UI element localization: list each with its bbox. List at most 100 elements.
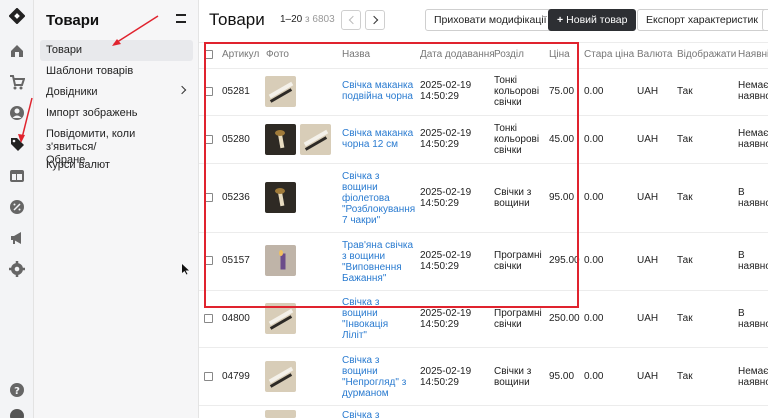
- row-checkbox[interactable]: [204, 87, 213, 96]
- product-photo[interactable]: [265, 76, 296, 107]
- col-header-show[interactable]: Відображати: [677, 42, 736, 68]
- product-name-link[interactable]: Свічка з: [342, 410, 380, 418]
- row-currency: UAH: [637, 134, 659, 145]
- product-photo[interactable]: [265, 182, 296, 213]
- icon-rail: ?: [0, 0, 34, 418]
- chevron-left-icon: [348, 15, 358, 25]
- row-divider: [199, 163, 768, 164]
- row-price: 95.00: [549, 192, 575, 203]
- sidebar-item-currency-rates[interactable]: Курси валют: [40, 155, 193, 176]
- tag-icon[interactable]: [9, 136, 25, 152]
- row-price: 75.00: [549, 86, 575, 97]
- row-old-price: 0.00: [584, 313, 604, 324]
- row-price: 45.00: [549, 134, 575, 145]
- row-stock: В наявно: [738, 187, 768, 209]
- row-old-price: 0.00: [584, 86, 604, 97]
- row-stock: Немає наявно: [738, 80, 768, 102]
- row-price: 295.00: [549, 255, 580, 266]
- row-sku: 05280: [222, 134, 250, 145]
- product-name-link[interactable]: Свічка з вощини "Непрогляд" з дурманом: [342, 355, 406, 399]
- page-title: Товари: [209, 10, 265, 29]
- row-section: Свічки з вощини: [494, 187, 532, 209]
- more-button[interactable]: [762, 9, 768, 31]
- product-name-link[interactable]: Свічка з вощини "Інвокація Ліліт": [342, 297, 388, 341]
- product-name-link[interactable]: Свічка з вощини фіолетова "Розблокування…: [342, 171, 415, 226]
- product-photo[interactable]: [265, 361, 296, 392]
- megaphone-icon[interactable]: [9, 230, 25, 246]
- row-checkbox[interactable]: [204, 314, 213, 323]
- sidebar-item-products[interactable]: Товари: [40, 40, 193, 61]
- col-header-stock[interactable]: Наявні: [738, 42, 768, 68]
- sidebar-title: Товари: [46, 12, 100, 29]
- prev-page-button[interactable]: [341, 10, 361, 30]
- col-header-price[interactable]: Ціна: [549, 42, 570, 68]
- pagination-range: 1–20 з 6803: [280, 14, 335, 25]
- product-name-link[interactable]: Свічка маканка чорна 12 см: [342, 128, 413, 150]
- row-show: Так: [677, 134, 693, 145]
- header-divider: [199, 68, 768, 69]
- help-icon[interactable]: ?: [9, 382, 25, 398]
- row-sku: 05157: [222, 255, 250, 266]
- row-checkbox[interactable]: [204, 256, 213, 265]
- row-show: Так: [677, 255, 693, 266]
- row-old-price: 0.00: [584, 134, 604, 145]
- new-product-label: Новий товар: [566, 14, 628, 26]
- row-checkbox[interactable]: [204, 372, 213, 381]
- hide-modifications-button[interactable]: Приховати модифікації: [425, 9, 556, 31]
- row-show: Так: [677, 192, 693, 203]
- chevron-right-icon: [177, 85, 187, 95]
- col-header-name[interactable]: Назва: [342, 42, 370, 68]
- row-checkbox[interactable]: [204, 135, 213, 144]
- gear-icon[interactable]: [9, 261, 25, 277]
- row-section: Програмні свічки: [494, 308, 542, 330]
- menu-icon[interactable]: [176, 14, 186, 23]
- row-date: 2025-02-19 14:50:29: [420, 128, 472, 150]
- next-page-button[interactable]: [365, 10, 385, 30]
- row-sku: 04800: [222, 313, 250, 324]
- export-characteristics-button[interactable]: Експорт характеристик: [637, 9, 767, 31]
- row-stock: В наявно: [738, 250, 768, 272]
- row-divider: [199, 290, 768, 291]
- row-show: Так: [677, 86, 693, 97]
- product-name-link[interactable]: Трав'яна свічка з вощини "Виповнення Баж…: [342, 240, 413, 284]
- col-header-old-price[interactable]: Стара ціна: [584, 42, 634, 68]
- product-photo[interactable]: [265, 245, 296, 276]
- avatar[interactable]: [9, 408, 25, 418]
- cart-icon[interactable]: [9, 74, 25, 90]
- row-show: Так: [677, 371, 693, 382]
- sidebar-item-directories[interactable]: Довідники: [40, 82, 193, 103]
- row-old-price: 0.00: [584, 192, 604, 203]
- col-header-sku[interactable]: Артикул: [222, 42, 259, 68]
- row-sku: 05236: [222, 192, 250, 203]
- row-stock: В наявно: [738, 308, 768, 330]
- sidebar-item-templates[interactable]: Шаблони товарів: [40, 61, 193, 82]
- row-date: 2025-02-19 14:50:29: [420, 366, 472, 388]
- product-photo[interactable]: [265, 303, 296, 334]
- product-name-link[interactable]: Свічка маканка подвійна чорна: [342, 80, 413, 102]
- sidebar-item-image-import[interactable]: Імпорт зображень: [40, 103, 193, 124]
- home-icon[interactable]: [9, 43, 25, 59]
- logo-icon[interactable]: [9, 8, 25, 24]
- product-photo[interactable]: [300, 124, 331, 155]
- row-price: 95.00: [549, 371, 575, 382]
- row-date: 2025-02-19 14:50:29: [420, 80, 472, 102]
- layout-icon[interactable]: [9, 168, 25, 184]
- col-header-photo[interactable]: Фото: [266, 42, 289, 68]
- discount-icon[interactable]: [9, 199, 25, 215]
- chevron-right-icon: [369, 15, 379, 25]
- select-all-checkbox[interactable]: [204, 50, 213, 59]
- col-header-section[interactable]: Розділ: [494, 42, 524, 68]
- col-header-date[interactable]: Дата додавання: [420, 42, 495, 68]
- sidebar-item-label: Довідники: [46, 86, 98, 98]
- row-currency: UAH: [637, 255, 659, 266]
- row-checkbox[interactable]: [204, 193, 213, 202]
- user-icon[interactable]: [9, 105, 25, 121]
- mouse-cursor: [182, 264, 189, 275]
- row-currency: UAH: [637, 371, 659, 382]
- product-photo[interactable]: [265, 124, 296, 155]
- product-photo[interactable]: [265, 410, 296, 418]
- row-stock: Немає наявно: [738, 128, 768, 150]
- row-currency: UAH: [637, 86, 659, 97]
- new-product-button[interactable]: + Новий товар: [548, 9, 637, 31]
- col-header-currency[interactable]: Валюта: [637, 42, 672, 68]
